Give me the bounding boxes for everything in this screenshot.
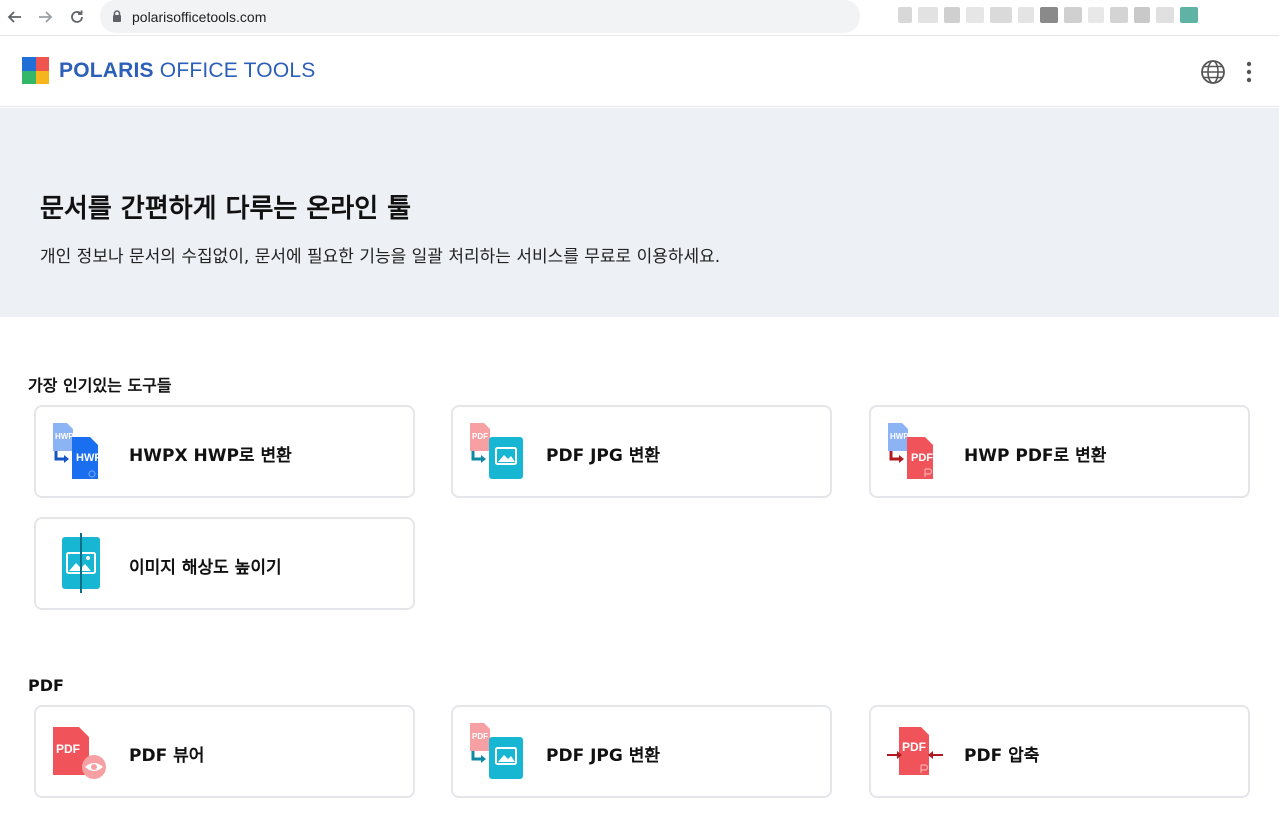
tool-card-label: PDF 압축 [964, 746, 1040, 766]
tool-card-image-upscale[interactable]: 이미지 해상도 높이기 [34, 517, 415, 610]
tool-card-pdf-compress[interactable]: PDF PDF 압축 [869, 705, 1250, 798]
pdf-to-jpg-icon: PDF [467, 421, 527, 481]
section-title-popular: 가장 인기있는 도구들 [28, 376, 172, 395]
forward-arrow-icon[interactable] [34, 6, 56, 28]
pdf-icon-text: PDF [56, 742, 80, 756]
pdf-icon-text: PDF [911, 452, 933, 464]
pdf-to-jpg-icon: PDF [467, 721, 527, 781]
tool-card-pdf-to-jpg[interactable]: PDF PDF JPG 변환 [451, 705, 832, 798]
tool-card-label: HWPX HWP로 변환 [129, 446, 292, 466]
pdf-viewer-icon: PDF [50, 721, 110, 781]
tool-card-pdf-to-jpg[interactable]: PDF PDF JPG 변환 [451, 405, 832, 498]
tool-card-label: 이미지 해상도 높이기 [129, 558, 282, 578]
hero-banner: 문서를 간편하게 다루는 온라인 툴 개인 정보나 문서의 수집없이, 문서에 … [0, 108, 1279, 317]
tool-card-pdf-viewer[interactable]: PDF PDF 뷰어 [34, 705, 415, 798]
globe-icon[interactable] [1198, 57, 1228, 87]
hwp-to-pdf-icon: HWP PDF [885, 421, 945, 481]
tool-card-label: PDF JPG 변환 [546, 446, 661, 466]
url-text: polarisofficetools.com [132, 8, 267, 25]
tool-card-hwpx-to-hwp[interactable]: HWPX HWP HWPX HWP로 변환 [34, 405, 415, 498]
address-bar[interactable]: polarisofficetools.com [100, 0, 860, 33]
hwpx-to-hwp-icon: HWPX HWP [50, 421, 110, 481]
site-header: POLARIS OFFICE TOOLS [0, 37, 1279, 107]
back-arrow-icon[interactable] [4, 6, 26, 28]
browser-toolbar: polarisofficetools.com [0, 0, 1279, 36]
reload-icon[interactable] [66, 6, 88, 28]
pdf-icon-text: PDF [472, 432, 488, 441]
tool-card-label: PDF 뷰어 [129, 746, 205, 766]
lock-icon [112, 7, 122, 26]
tool-card-label: PDF JPG 변환 [546, 746, 661, 766]
logo-text-light: OFFICE TOOLS [159, 58, 316, 82]
logo-text-bold: POLARIS [59, 58, 154, 82]
logo-text: POLARIS OFFICE TOOLS [59, 59, 315, 83]
extensions-area [898, 7, 1198, 27]
pdf-icon-text: PDF [472, 732, 488, 741]
more-vert-icon[interactable] [1234, 57, 1264, 87]
image-upscale-icon [50, 533, 110, 593]
pdf-icon-text: PDF [902, 740, 926, 754]
section-title-pdf: PDF [28, 676, 64, 695]
pdf-compress-icon: PDF [885, 721, 945, 781]
hero-subtitle: 개인 정보나 문서의 수집없이, 문서에 필요한 기능을 일괄 처리하는 서비스… [40, 247, 721, 267]
hwp-icon-text: HWP [890, 432, 909, 441]
hwp-icon-text: HWP [76, 452, 102, 464]
polaris-logo-mark-icon [22, 57, 49, 84]
tool-card-label: HWP PDF로 변환 [964, 446, 1107, 466]
hero-title: 문서를 간편하게 다루는 온라인 툴 [40, 194, 412, 224]
polaris-logo[interactable]: POLARIS OFFICE TOOLS [22, 57, 315, 84]
tool-card-hwp-to-pdf[interactable]: HWP PDF HWP PDF로 변환 [869, 405, 1250, 498]
